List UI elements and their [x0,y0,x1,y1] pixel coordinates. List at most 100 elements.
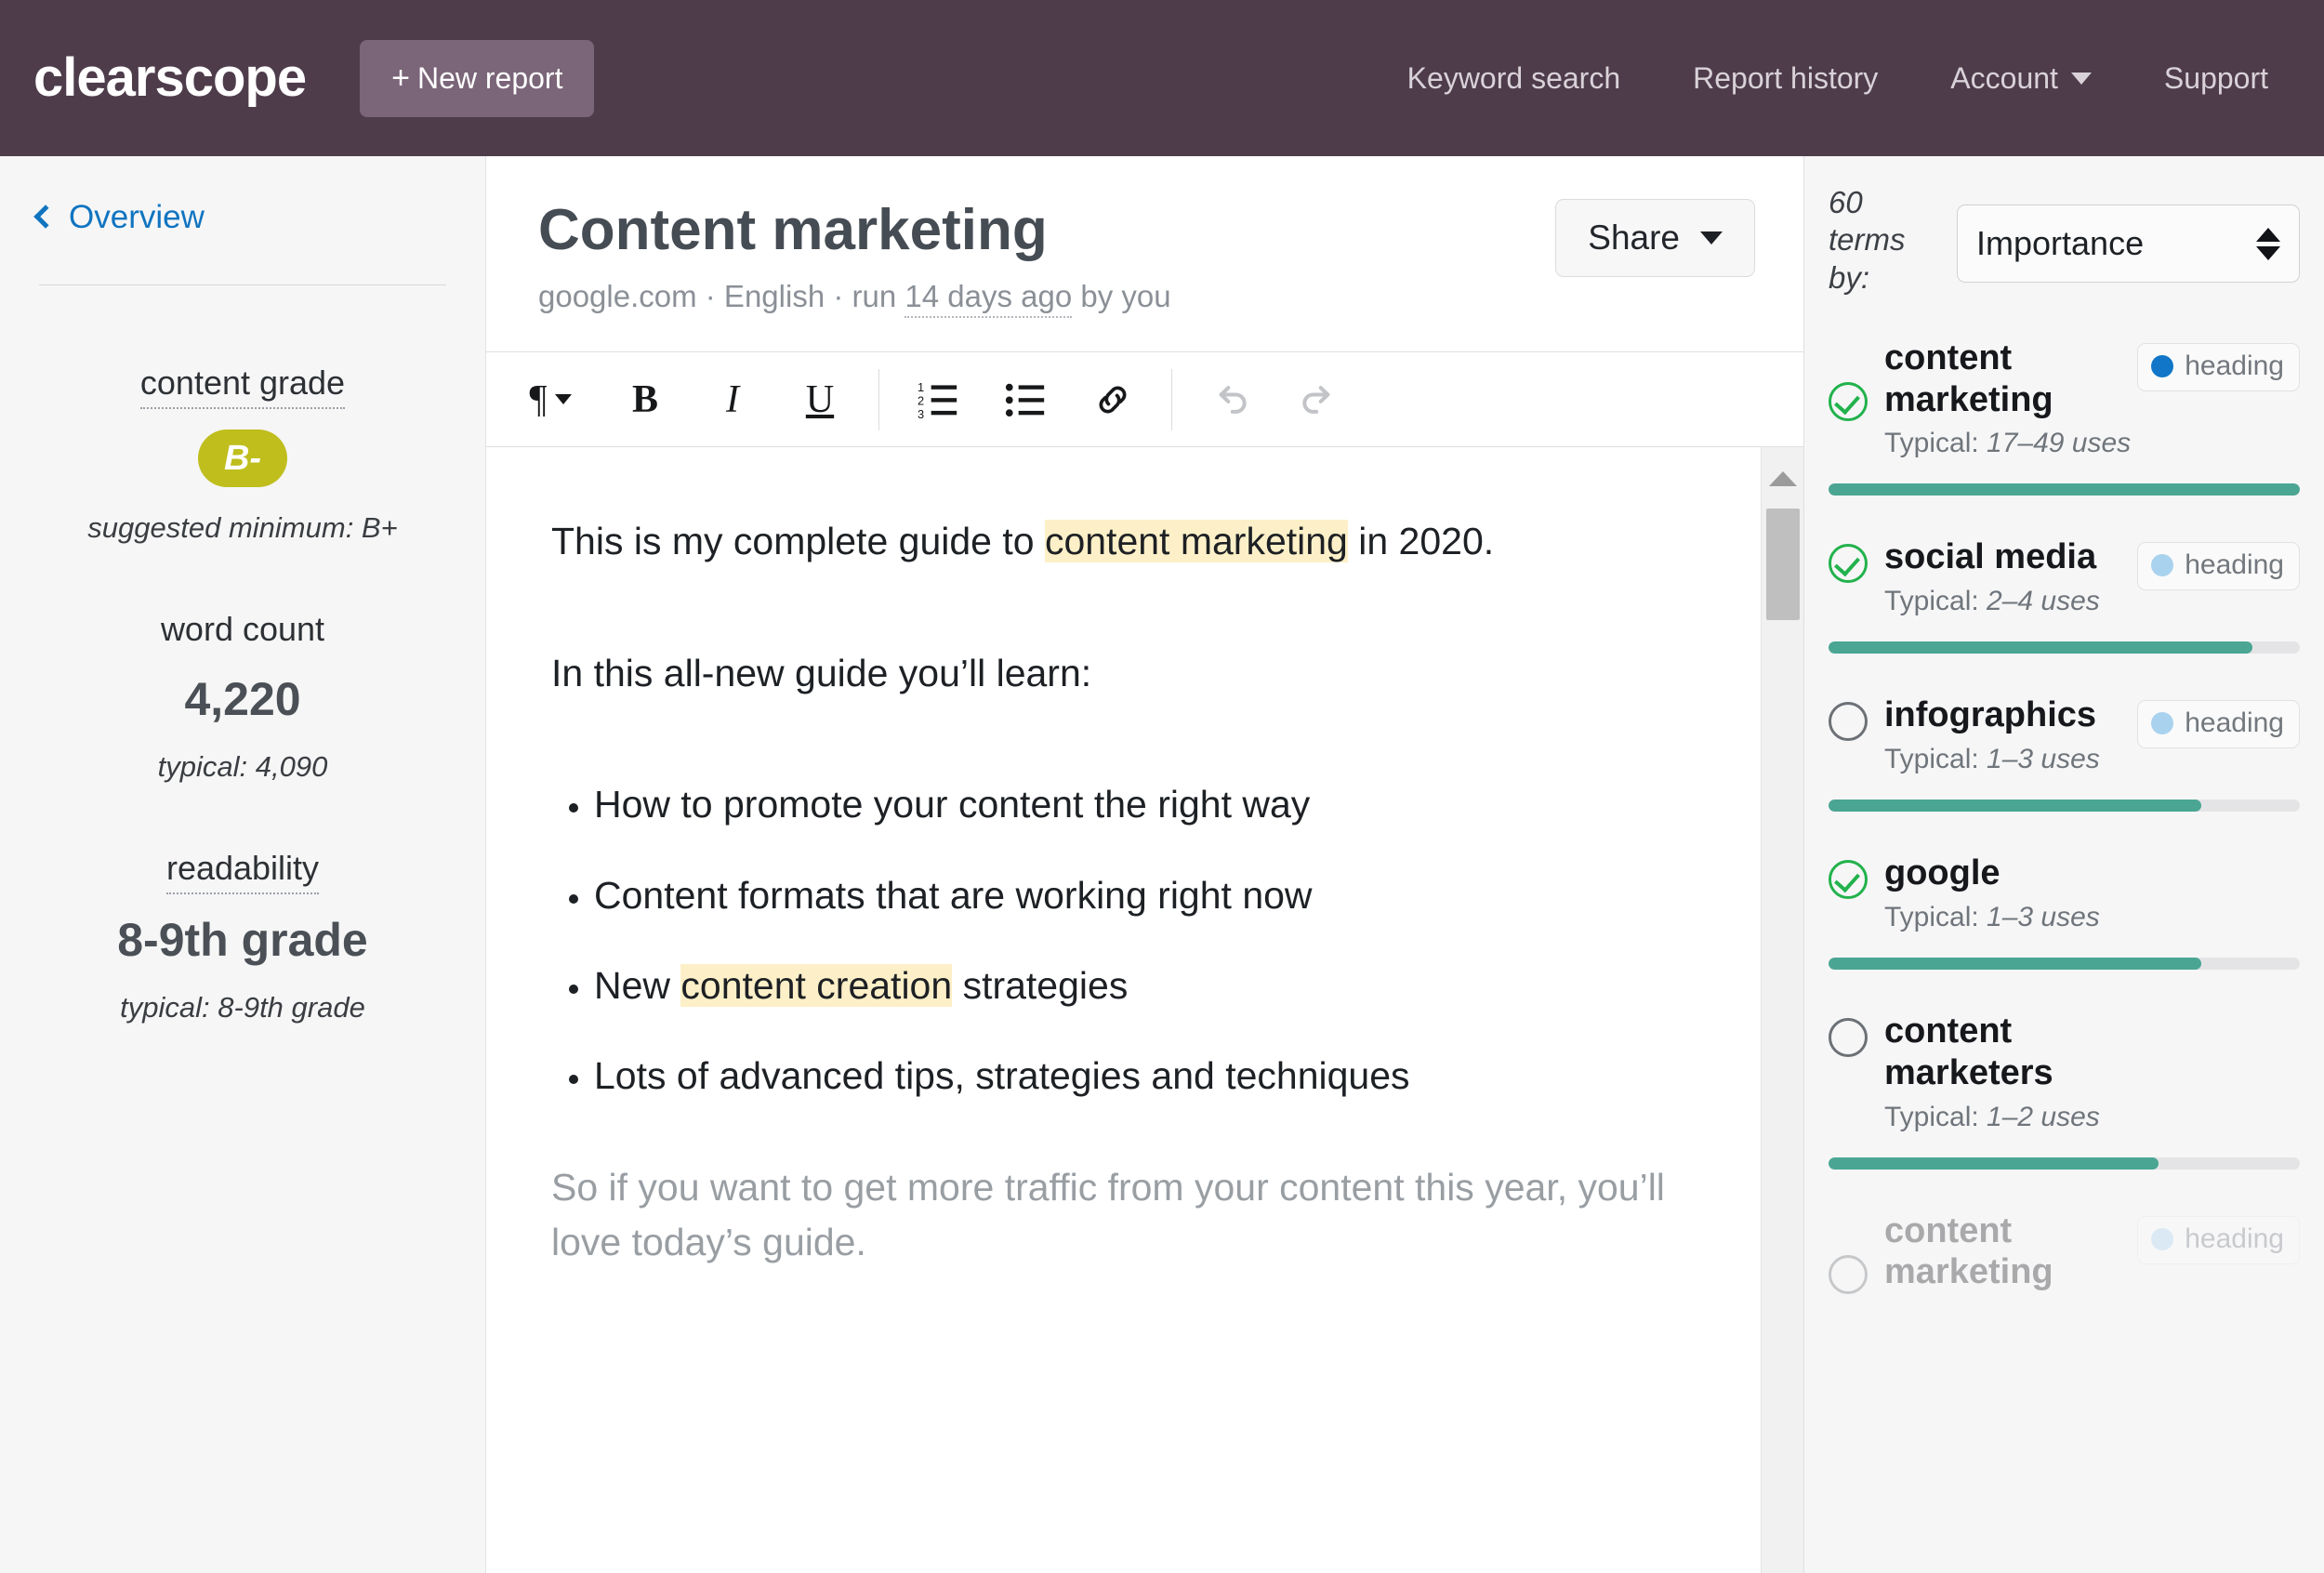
term-usage-bar [1829,483,2300,496]
word-count-typical: typical: 4,090 [157,750,328,783]
editor-container: This is my complete guide to content mar… [486,447,1803,1573]
nav-support[interactable]: Support [2164,61,2268,96]
readability-value: 8-9th grade [117,914,368,966]
empty-circle-icon [1829,1254,1868,1294]
readability-typical: typical: 8-9th grade [120,991,365,1024]
nav-report-history[interactable]: Report history [1693,61,1878,96]
check-circle-icon [1829,544,1868,584]
term-usage-bar [1829,957,2300,970]
terms-panel: 60 terms by: Importance heading content … [1803,156,2324,1573]
status-badge: heading [2137,342,2300,391]
typical-range: 1–3 uses [1987,901,2100,932]
terms-panel-header: 60 terms by: Importance [1829,184,2300,297]
sort-stepper-icon [2256,227,2280,260]
link-icon [1099,386,1127,414]
term-checkmark[interactable] [1829,860,1868,900]
overview-back-link[interactable]: Overview [33,199,452,236]
paragraph-style-button[interactable]: ¶ [499,364,601,436]
term-item[interactable]: content marketers Typical: 1–2 uses [1829,1011,2300,1170]
term-body: google Typical: 1–3 uses [1884,853,2300,933]
undo-icon [1219,385,1247,414]
document-editor[interactable]: This is my complete guide to content mar… [486,447,1761,1573]
nav-keyword-search[interactable]: Keyword search [1407,61,1620,96]
undo-button[interactable] [1187,364,1274,436]
editor-paragraph-3: So if you want to get more traffic from … [551,1165,1665,1264]
terms-panel-fade-overlay [1804,1434,2324,1573]
underline-button[interactable]: U [776,364,864,436]
badge-dot-icon [2151,554,2174,577]
chevron-left-icon [33,205,58,229]
term-item[interactable]: google Typical: 1–3 uses [1829,853,2300,970]
nav-keyword-search-label: Keyword search [1406,60,1621,95]
p1-highlight-term: content marketing [1044,520,1348,563]
term-item[interactable]: heading content marketing Typical: 17–49… [1829,337,2300,496]
typical-prefix: Typical: [1884,586,1987,617]
term-item[interactable]: heading content marketing [1829,1210,2300,1294]
document-title-group: Content marketing google.com · English ·… [538,198,1171,319]
typical-prefix: Typical: [1884,744,1987,775]
bold-button[interactable]: B [601,364,689,436]
check-circle-icon [1829,860,1868,900]
list-item: Lots of advanced tips, strategies and te… [594,1049,1696,1104]
document-meta-suffix: by you [1072,279,1171,314]
paragraph-icon: ¶ [529,377,548,421]
term-usage-fill [1829,957,2201,970]
term-item[interactable]: heading social media Typical: 2–4 uses [1829,536,2300,654]
bullet-list-button[interactable] [982,364,1069,436]
term-usage-fill [1829,483,2300,496]
list-item: New content creation strategies [594,958,1696,1013]
badge-dot-icon [2151,1227,2174,1250]
content-grade-block: content grade B- suggested minimum: B+ [33,364,452,545]
term-usage-fill [1829,1157,2159,1170]
sort-by-select[interactable]: Importance [1957,205,2300,283]
chevron-down-icon [2070,72,2092,85]
ordered-list-icon: 1 2 3 [918,380,957,420]
term-checkmark[interactable] [1829,381,1868,421]
term-row: google Typical: 1–3 uses [1829,853,2300,933]
status-badge: heading [2137,542,2300,591]
ordered-list-button[interactable]: 1 2 3 [894,364,982,436]
bullet-list-icon [1005,383,1045,416]
sort-by-value: Importance [1976,224,2145,262]
nav-account-label: Account [1950,60,2058,95]
italic-button[interactable]: I [689,364,776,436]
content-grade-label[interactable]: content grade [139,364,346,409]
document-meta-runtime[interactable]: 14 days ago [905,279,1073,319]
typical-range: 2–4 uses [1987,586,2100,617]
term-typical: Typical: 1–3 uses [1884,744,2300,775]
share-button[interactable]: Share [1555,199,1755,277]
empty-circle-icon [1829,702,1868,742]
term-item[interactable]: heading infographics Typical: 1–3 uses [1829,694,2300,813]
term-checkmark[interactable] [1829,1017,1868,1057]
link-button[interactable] [1069,364,1156,436]
share-label: Share [1588,218,1680,257]
term-checkmark[interactable] [1829,1254,1868,1294]
editor-scrollbar[interactable] [1761,447,1803,1573]
toolbar-divider [1171,368,1172,430]
scroll-up-icon[interactable] [1768,471,1797,487]
typical-range: 17–49 uses [1987,428,2132,459]
left-sidebar: Overview content grade B- suggested mini… [0,156,486,1573]
badge-label: heading [2185,707,2284,739]
term-typical: Typical: 2–4 uses [1884,586,2300,617]
term-usage-bar [1829,641,2300,654]
word-count-value: 4,220 [184,673,301,725]
p1-before: This is my complete guide to [551,520,1045,563]
new-report-button[interactable]: + New report [360,39,595,117]
redo-button[interactable] [1274,364,1362,436]
term-checkmark[interactable] [1829,544,1868,584]
nav-account[interactable]: Account [1950,61,2092,96]
readability-label[interactable]: readability [165,849,320,894]
document-meta: google.com · English · run 14 days ago b… [538,279,1171,319]
page-body: Overview content grade B- suggested mini… [0,156,2324,1573]
clearscope-logo[interactable]: clearscope [33,51,307,105]
term-checkmark[interactable] [1829,702,1868,742]
editor-paragraph-1: This is my complete guide to content mar… [551,514,1696,569]
word-count-block: word count 4,220 typical: 4,090 [33,610,452,784]
content-grade-suggested: suggested minimum: B+ [87,511,398,544]
scrollbar-thumb[interactable] [1765,509,1800,621]
nav-links: Keyword search Report history Account Su… [1407,61,2268,96]
nav-support-label: Support [2163,60,2268,95]
bullet3-after: strategies [952,963,1129,1007]
typical-prefix: Typical: [1884,1101,1987,1132]
